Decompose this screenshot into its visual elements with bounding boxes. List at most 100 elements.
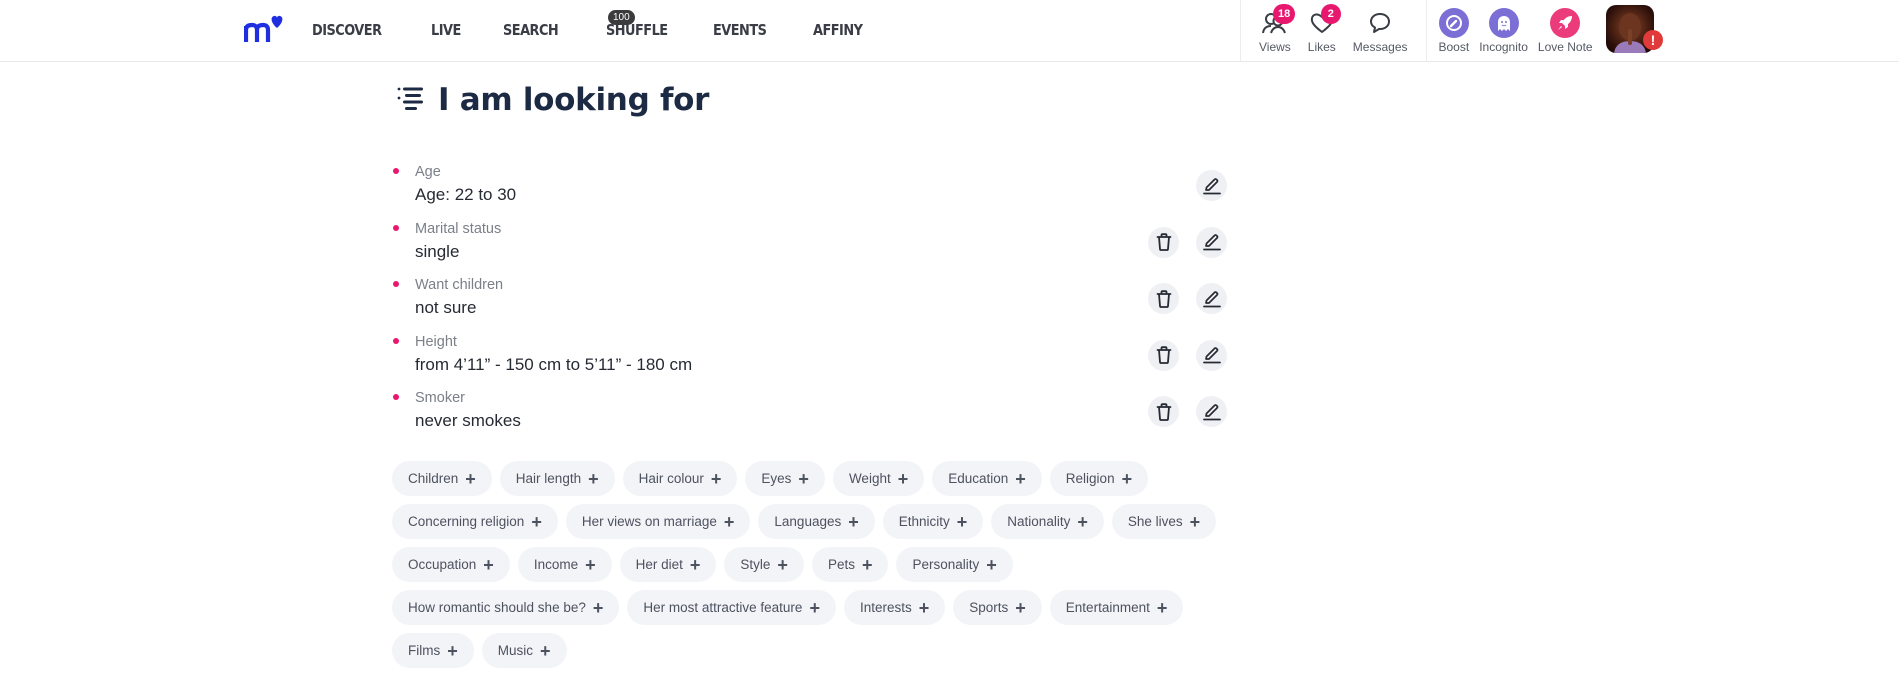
chip-label: Films [408, 643, 441, 658]
add-criterion-chip[interactable]: Interests + [843, 590, 946, 625]
add-criterion-chip[interactable]: Children + [392, 461, 492, 496]
edit-button[interactable] [1196, 339, 1227, 371]
add-criterion-chip[interactable]: Weight + [832, 461, 925, 496]
add-criterion-chip[interactable]: How romantic should she be? + [392, 590, 620, 625]
chip-label: Her diet [635, 557, 683, 572]
delete-button[interactable] [1148, 339, 1179, 371]
love-note-button[interactable]: Love Note [1538, 0, 1593, 61]
add-criterion-chip[interactable]: Music + [481, 633, 567, 668]
chip-label: Eyes [761, 471, 792, 486]
messages-button[interactable]: Messages [1353, 0, 1408, 61]
add-criterion-chip[interactable]: Hair length + [499, 461, 615, 496]
add-criterion-chip[interactable]: Hair colour + [622, 461, 738, 496]
chip-label: Entertainment [1065, 600, 1150, 615]
pencil-icon [1202, 177, 1221, 195]
trash-icon [1156, 233, 1172, 251]
nav-live[interactable]: LIVE [431, 21, 461, 39]
chip-label: How romantic should she be? [408, 600, 586, 615]
logo-icon [243, 15, 283, 42]
criteria-value: Age: 22 to 30 [415, 185, 517, 204]
nav-search[interactable]: SEARCH [503, 21, 559, 39]
criteria-list: Age Age: 22 to 30 Marital status single Want… [390, 162, 1232, 445]
add-criterion-chip[interactable]: Her views on marriage + [565, 504, 751, 539]
add-criterion-chip[interactable]: Income + [517, 547, 612, 582]
chip-label: Music [497, 643, 534, 658]
bullet-dot [393, 281, 399, 287]
top-header: DISCOVER LIVE SEARCH SHUFFLE EVENTS AFFI… [0, 0, 1899, 62]
add-criterion-chip[interactable]: Sports + [953, 590, 1042, 625]
nav-affiny[interactable]: AFFINY [813, 21, 863, 39]
add-criterion-chip[interactable]: Occupation + [392, 547, 510, 582]
add-criterion-chip[interactable]: Education + [932, 461, 1042, 496]
pencil-icon [1202, 403, 1221, 421]
messages-label: Messages [1352, 40, 1408, 54]
criteria-label: Want children [415, 277, 504, 293]
page-header: I am looking for [396, 82, 709, 118]
add-criterion-chip[interactable]: Personality + [896, 547, 1013, 582]
views-button[interactable]: Views 18 [1259, 0, 1296, 61]
criteria-item: Marital status single [390, 219, 1232, 276]
chip-label: Education [948, 471, 1009, 486]
plus-icon: + [710, 468, 722, 489]
chip-label: Income [533, 557, 579, 572]
edit-button[interactable] [1196, 283, 1227, 314]
delete-button[interactable] [1148, 226, 1179, 258]
criteria-label: Smoker [415, 390, 465, 406]
add-criterion-chip[interactable]: Eyes + [745, 461, 825, 496]
add-criteria-chips: Children + Hair length + Hair colour + Eyes + We… [392, 461, 1252, 676]
add-criterion-chip[interactable]: She lives + [1111, 504, 1217, 539]
chip-label: Sports [969, 600, 1009, 615]
filter-list-icon [396, 83, 426, 118]
criteria-label: Age [415, 164, 441, 180]
plus-icon: + [585, 554, 596, 575]
criteria-value: single [415, 241, 460, 261]
criteria-value: never smokes [415, 411, 521, 430]
boost-button[interactable]: Boost [1438, 0, 1469, 61]
add-criterion-chip[interactable]: Entertainment + [1049, 590, 1184, 625]
plus-icon: + [465, 468, 476, 489]
plus-icon: + [861, 554, 873, 575]
plus-icon: + [848, 511, 859, 532]
bullet-dot [393, 168, 399, 174]
criteria-item: Age Age: 22 to 30 [390, 162, 1232, 219]
plus-icon: + [483, 554, 494, 575]
chip-label: Ethnicity [898, 514, 950, 529]
premium-group: Boost Incognito Love Note [1425, 0, 1621, 61]
add-criterion-chip[interactable]: Style + [724, 547, 804, 582]
plus-icon: + [1156, 597, 1168, 618]
add-criterion-chip[interactable]: Films + [392, 633, 474, 668]
add-criterion-chip[interactable]: Ethnicity + [882, 504, 984, 539]
plus-icon: + [809, 597, 820, 618]
edit-button[interactable] [1196, 226, 1227, 258]
pencil-icon [1202, 290, 1221, 308]
nav-events[interactable]: EVENTS [713, 21, 767, 39]
add-criterion-chip[interactable]: Pets + [811, 547, 889, 582]
logo[interactable] [243, 14, 286, 44]
delete-button[interactable] [1148, 283, 1179, 314]
likes-button[interactable]: Likes 2 [1307, 0, 1341, 61]
criteria-value: from 4’11” - 150 cm to 5’11” - 180 cm [415, 354, 693, 374]
speech-bubble-icon [1365, 8, 1395, 38]
trash-icon [1156, 289, 1172, 308]
plus-icon: + [956, 511, 968, 532]
activity-group: Views 18 Likes 2 Messages [1240, 0, 1426, 61]
plus-icon: + [531, 511, 542, 532]
edit-button[interactable] [1196, 170, 1227, 201]
edit-button[interactable] [1196, 396, 1227, 427]
incognito-button[interactable]: Incognito [1479, 0, 1528, 61]
add-criterion-chip[interactable]: Her most attractive feature + [627, 590, 836, 625]
nav-discover[interactable]: DISCOVER [312, 21, 382, 39]
delete-button[interactable] [1148, 396, 1179, 427]
views-count-badge: 18 [1273, 4, 1296, 24]
views-label: Views [1259, 40, 1291, 54]
ghost-icon [1488, 8, 1519, 38]
chip-label: Hair colour [638, 471, 704, 486]
add-criterion-chip[interactable]: Concerning religion + [392, 504, 558, 539]
gauge-icon [1438, 8, 1469, 38]
add-criterion-chip[interactable]: Religion + [1049, 461, 1149, 496]
add-criterion-chip[interactable]: Her diet + [619, 547, 717, 582]
add-criterion-chip[interactable]: Languages + [758, 504, 875, 539]
chip-label: Religion [1065, 471, 1115, 486]
add-criterion-chip[interactable]: Nationality + [991, 504, 1104, 539]
shuffle-count-badge: 100 [608, 10, 635, 25]
